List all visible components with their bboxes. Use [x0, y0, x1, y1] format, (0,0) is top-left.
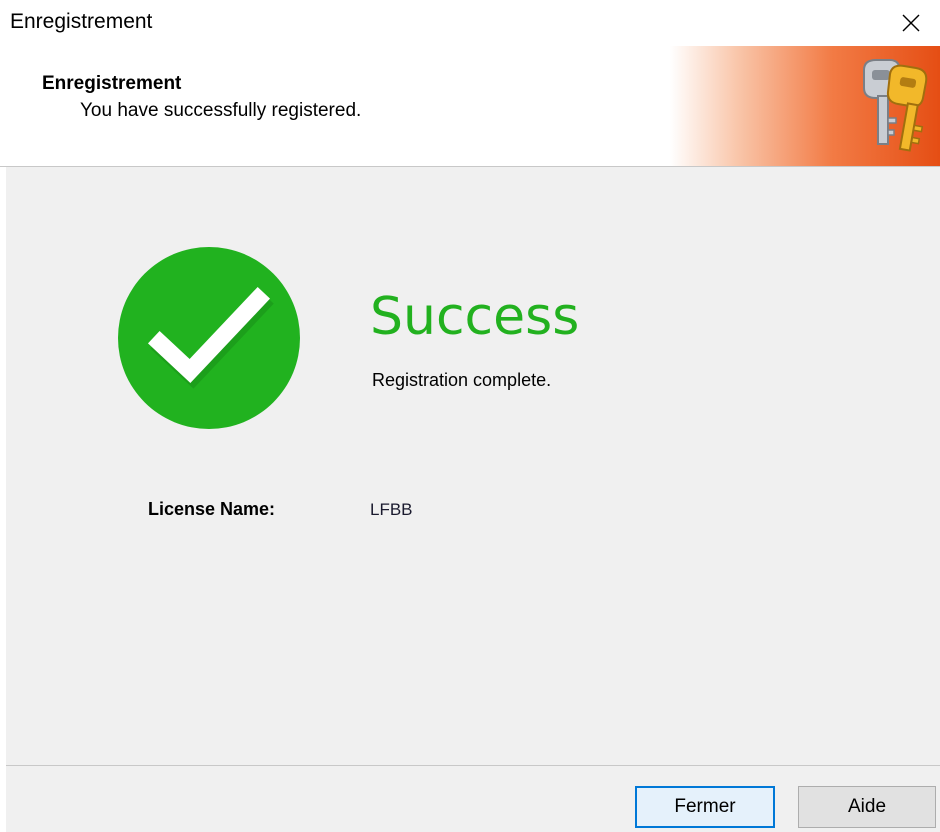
header-subtitle: You have successfully registered.: [80, 100, 362, 121]
license-name-value: LFBB: [370, 500, 413, 519]
close-window-button[interactable]: [882, 0, 940, 46]
help-button[interactable]: Aide: [798, 786, 936, 828]
title-bar: Enregistrement: [0, 0, 940, 46]
close-icon: [902, 14, 920, 32]
status-message: Registration complete.: [372, 370, 552, 390]
dialog-header: Enregistrement You have successfully reg…: [0, 46, 940, 167]
close-button[interactable]: Fermer: [635, 786, 775, 828]
dialog-footer: Fermer Aide: [6, 765, 940, 832]
window-title: Enregistrement: [10, 10, 153, 33]
license-name-label: License Name:: [148, 499, 276, 519]
status-title: Success: [370, 287, 580, 347]
header-title: Enregistrement: [42, 73, 182, 94]
keys-icon: [863, 59, 928, 152]
checkmark-circle-icon: [118, 247, 300, 429]
registration-dialog: Enregistrement Enregistrement You have s…: [0, 0, 940, 832]
dialog-content: Success Registration complete. License N…: [6, 167, 940, 765]
